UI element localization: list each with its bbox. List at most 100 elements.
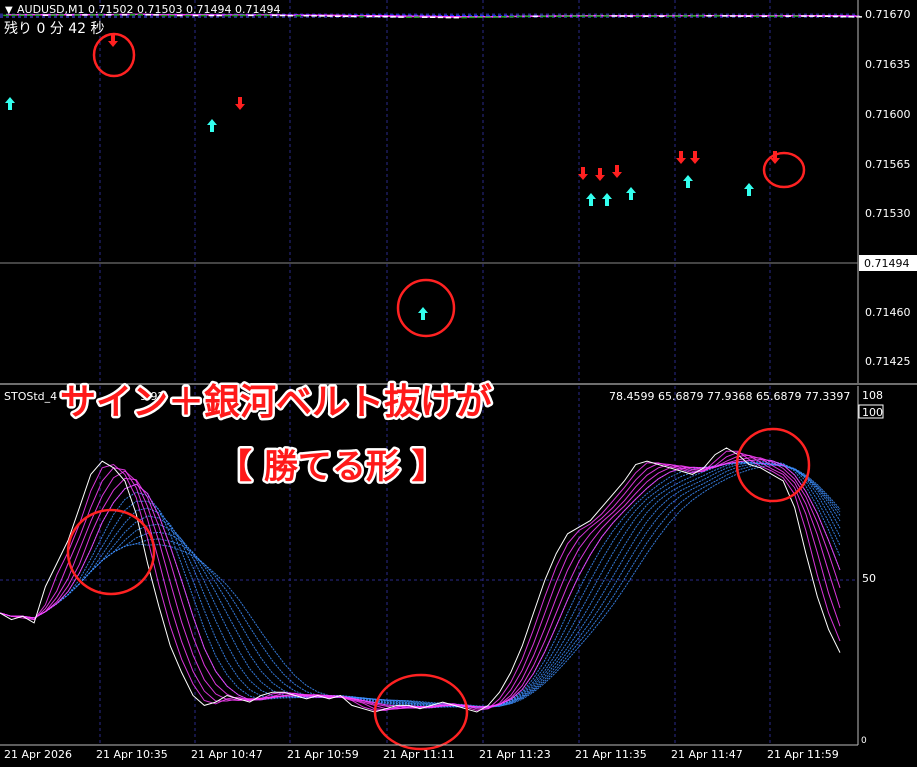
candle-body-49 <box>390 16 396 18</box>
candle-body-101 <box>801 15 807 17</box>
candle-body-72 <box>572 15 578 17</box>
indicator-level-0: 0 <box>861 736 867 746</box>
candle-body-92 <box>730 15 736 17</box>
candle-body-55 <box>437 16 444 19</box>
candle-body-99 <box>785 15 791 17</box>
time-tick-5: 21 Apr 11:23 <box>479 748 551 761</box>
candle-body-39 <box>311 15 317 17</box>
candle-body-88 <box>698 15 704 17</box>
candle-body-83 <box>658 15 665 17</box>
overlay-caption-line2: 【 勝てる形 】 <box>218 447 446 487</box>
candle-body-91 <box>722 15 728 17</box>
time-axis: 21 Apr 2026 21 Apr 10:35 21 Apr 10:47 21… <box>4 748 839 761</box>
candle-body-87 <box>690 15 697 17</box>
candle-body-77 <box>611 15 618 17</box>
candle-body-73 <box>579 15 586 17</box>
candle-body-80 <box>635 15 641 17</box>
candle-body-59 <box>469 16 475 19</box>
price-tick-0: 0.71670 <box>865 8 911 21</box>
candle-body-89 <box>706 15 712 17</box>
candle-body-93 <box>737 15 744 17</box>
time-tick-0: 21 Apr 2026 <box>4 748 72 761</box>
candle-body-106 <box>840 15 847 18</box>
chart-canvas[interactable]: 0.71670 0.71635 0.71600 0.71565 0.71530 … <box>0 0 917 763</box>
candle-body-82 <box>651 15 657 17</box>
indicator-header: STOStd_4 <box>4 390 57 403</box>
candle-body-98 <box>777 15 783 17</box>
candle-body-54 <box>429 16 436 18</box>
candle-body-51 <box>406 16 412 19</box>
indicator-level-50: 50 <box>862 572 876 585</box>
indicator-scale-top: 108 <box>862 389 883 402</box>
candle-body-65 <box>516 15 523 18</box>
indicator-level-100: 100 <box>862 406 883 419</box>
price-tick-6: 0.71460 <box>865 306 911 319</box>
candle-body-70 <box>556 15 562 18</box>
candle-body-100 <box>793 15 799 17</box>
time-tick-6: 21 Apr 11:35 <box>575 748 647 761</box>
candle-body-47 <box>374 15 381 18</box>
price-tick-7: 0.71425 <box>865 355 911 368</box>
candle-body-94 <box>745 15 752 17</box>
time-tick-8: 21 Apr 11:59 <box>767 748 839 761</box>
time-tick-2: 21 Apr 10:47 <box>191 748 263 761</box>
candle-body-86 <box>682 15 689 17</box>
candle-body-102 <box>809 15 815 17</box>
candle-body-36 <box>287 14 294 17</box>
candle-body-52 <box>414 16 420 18</box>
candle-body-50 <box>398 16 404 18</box>
symbol-header: AUDUSD,M1 0.71502 0.71503 0.71494 0.7149… <box>17 3 280 16</box>
candle-body-45 <box>358 15 365 18</box>
candle-body-43 <box>342 15 349 18</box>
current-price-label: 0.71494 <box>864 257 910 270</box>
candle-body-62 <box>493 16 499 18</box>
candle-body-48 <box>382 15 388 18</box>
candle-body-40 <box>319 15 325 17</box>
candle-body-107 <box>848 16 855 18</box>
time-tick-7: 21 Apr 11:47 <box>671 748 743 761</box>
candle-body-44 <box>350 15 357 18</box>
candle-body-41 <box>327 15 333 17</box>
dropdown-triangle-icon[interactable]: ▼ <box>5 5 13 16</box>
candle-body-75 <box>595 15 602 17</box>
price-tick-2: 0.71600 <box>865 108 911 121</box>
candle-body-67 <box>532 15 539 18</box>
price-tick-4: 0.71530 <box>865 207 911 220</box>
price-tick-1: 0.71635 <box>865 58 911 71</box>
candle-body-105 <box>832 15 839 18</box>
overlay-caption-line1: サイン＋銀河ベルト抜けが <box>60 382 492 423</box>
candle-body-90 <box>714 15 720 17</box>
candle-body-38 <box>303 14 309 17</box>
candle-body-63 <box>500 16 507 18</box>
bar-countdown: 残り 0 分 42 秒 <box>4 21 105 37</box>
candle-body-37 <box>295 14 302 17</box>
time-tick-3: 21 Apr 10:59 <box>287 748 359 761</box>
candle-body-76 <box>603 15 610 17</box>
time-tick-4: 21 Apr 11:11 <box>383 748 455 761</box>
candle-body-35 <box>279 14 286 17</box>
candle-body-108 <box>856 16 862 18</box>
candle-body-66 <box>524 15 531 18</box>
candle-body-79 <box>627 15 633 17</box>
candle-body-42 <box>335 15 341 17</box>
price-tick-3: 0.71565 <box>865 158 911 171</box>
candle-body-60 <box>477 16 483 19</box>
candle-body-69 <box>548 15 554 18</box>
candle-body-58 <box>461 16 467 19</box>
candle-body-81 <box>643 15 649 17</box>
candle-body-46 <box>366 15 373 18</box>
time-tick-1: 21 Apr 10:35 <box>96 748 168 761</box>
mt4-chart-window: 0.71670 0.71635 0.71600 0.71565 0.71530 … <box>0 0 917 763</box>
candle-body-97 <box>769 15 776 17</box>
candle-body-71 <box>564 15 570 17</box>
candle-body-74 <box>587 15 594 17</box>
candle-body-57 <box>453 16 460 19</box>
candle-body-56 <box>445 16 452 19</box>
candle-body-61 <box>485 16 491 18</box>
candle-body-85 <box>674 15 681 17</box>
candle-body-64 <box>508 15 515 18</box>
candle-body-78 <box>619 15 625 17</box>
candle-body-103 <box>816 15 823 17</box>
candle-body-104 <box>824 15 831 17</box>
candle-body-95 <box>753 15 760 17</box>
